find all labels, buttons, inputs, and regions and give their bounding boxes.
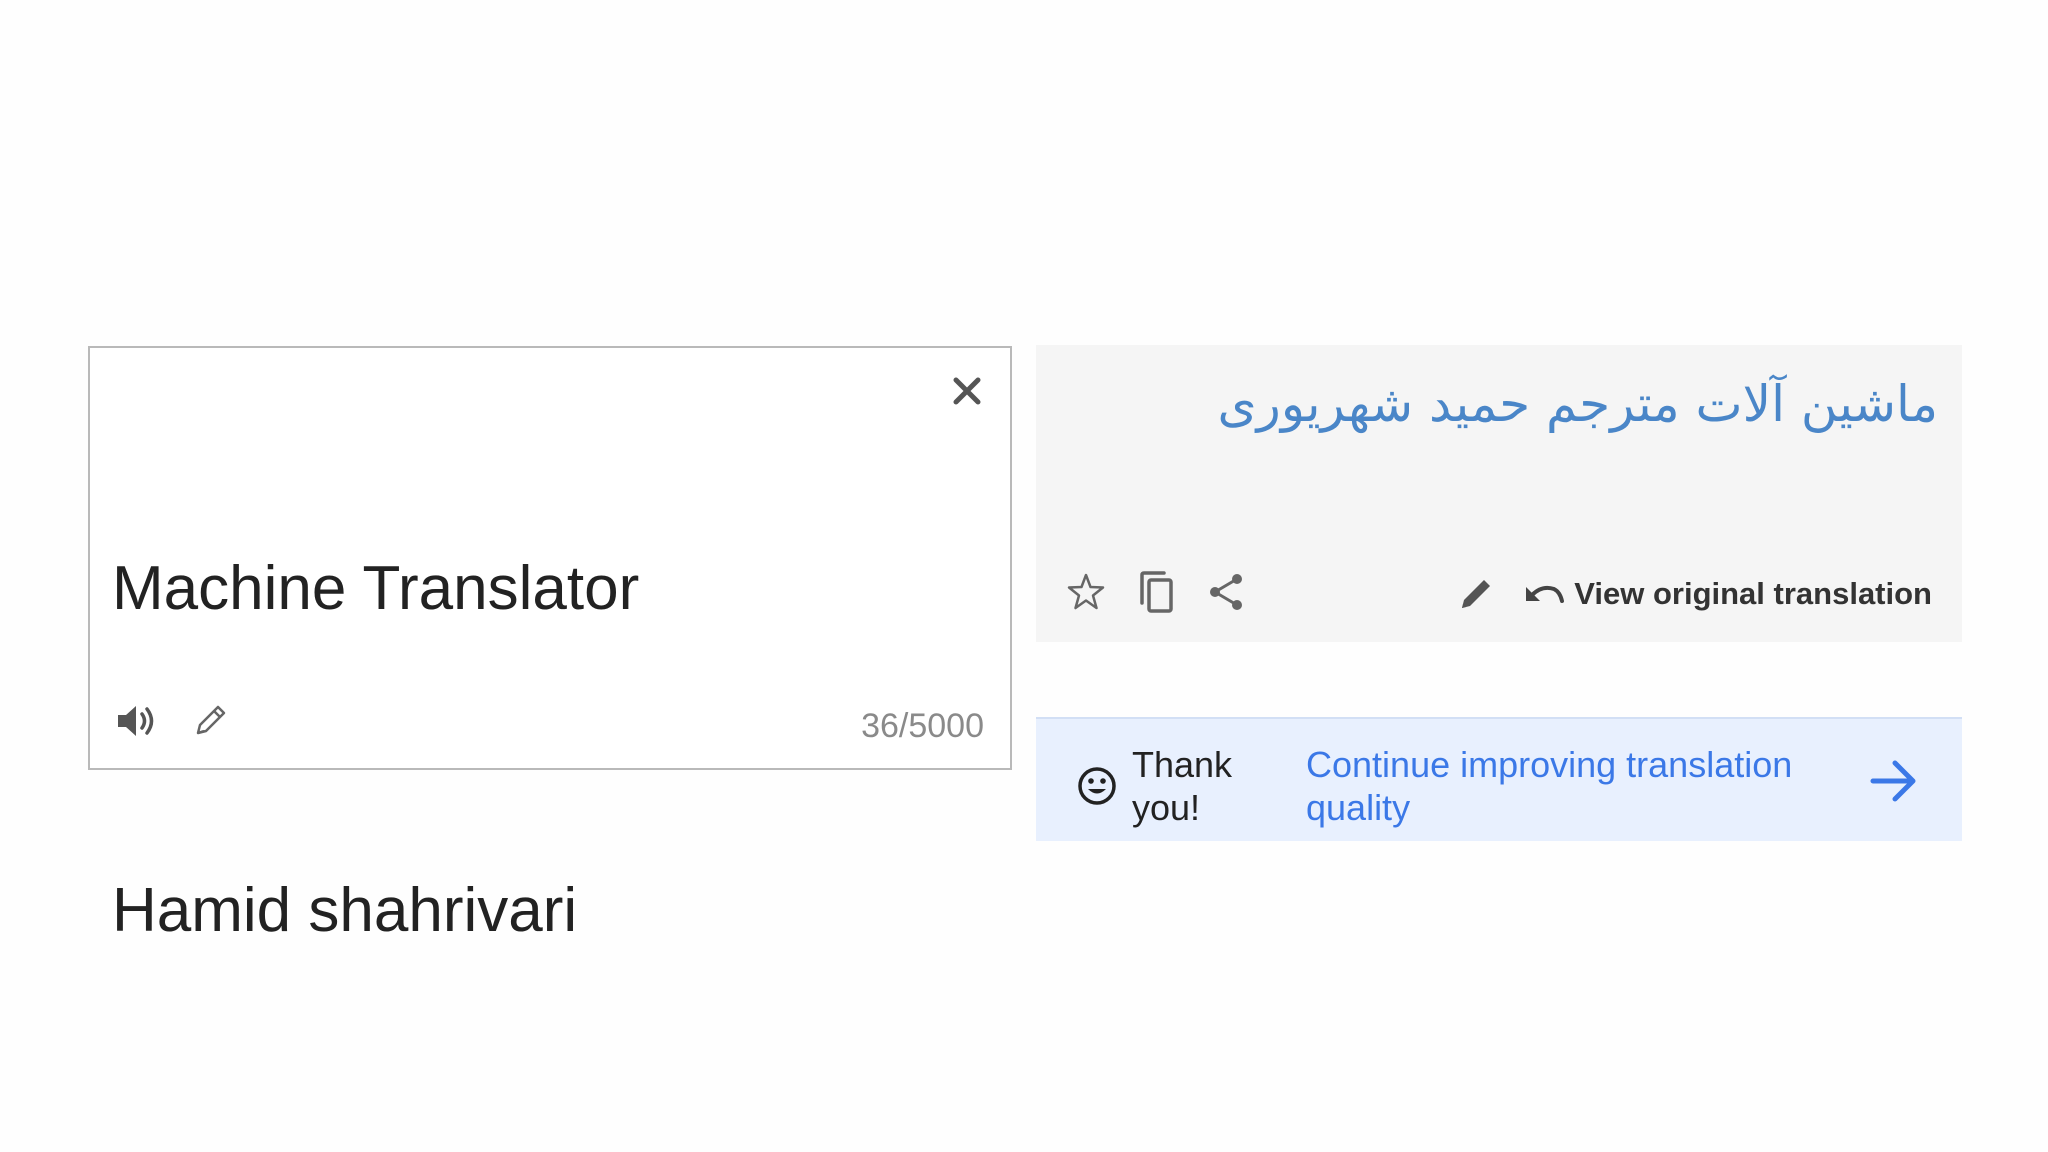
source-input[interactable]: Machine Translator Hamid shahrivari [112, 378, 932, 1152]
copy-icon [1140, 571, 1173, 613]
listen-button[interactable] [112, 697, 160, 745]
character-count: 36/5000 [861, 707, 984, 745]
source-toolbar [112, 696, 234, 746]
translation-output: ماشین آلات مترجم حمید شهریوری [1217, 375, 1938, 433]
feedback-bar: Thank you! Continue improving translatio… [1036, 717, 1962, 841]
share-icon [1210, 574, 1242, 610]
pencil-icon [1462, 580, 1491, 608]
share-button[interactable] [1202, 568, 1250, 616]
view-original-label: View original translation [1574, 576, 1932, 611]
pencil-icon [196, 705, 226, 735]
close-icon [953, 377, 981, 405]
star-icon [1067, 573, 1105, 610]
translator-view: Machine Translator Hamid shahrivari 36/5… [0, 0, 2048, 1152]
source-text-line-1: Machine Translator [112, 554, 640, 623]
thanks-text: Thank you! [1132, 744, 1233, 828]
continue-improving-link[interactable]: Continue improving translation quality [1306, 743, 1826, 829]
target-panel: ماشین آلات مترجم حمید شهریوری View origi… [1036, 345, 1962, 642]
view-original-button[interactable]: View original translation [1522, 576, 1932, 612]
source-text-line-2: Hamid shahrivari [112, 876, 578, 945]
speaker-icon [118, 706, 154, 736]
edit-translation-button[interactable] [1452, 570, 1500, 618]
target-actions: View original translation [1452, 570, 1932, 618]
arrow-right-icon [1870, 760, 1916, 802]
undo-icon [1526, 585, 1565, 603]
copy-button[interactable] [1132, 568, 1180, 616]
source-panel: Machine Translator Hamid shahrivari 36/5… [88, 346, 1012, 945]
continue-arrow-button[interactable] [1866, 753, 1922, 809]
clear-button[interactable] [944, 368, 990, 414]
star-button[interactable] [1062, 568, 1110, 616]
target-toolbar [1062, 568, 1250, 616]
smiley-icon [1078, 767, 1116, 805]
thanks-message: Thank you! [1076, 743, 1252, 829]
handwriting-button[interactable] [186, 697, 234, 745]
